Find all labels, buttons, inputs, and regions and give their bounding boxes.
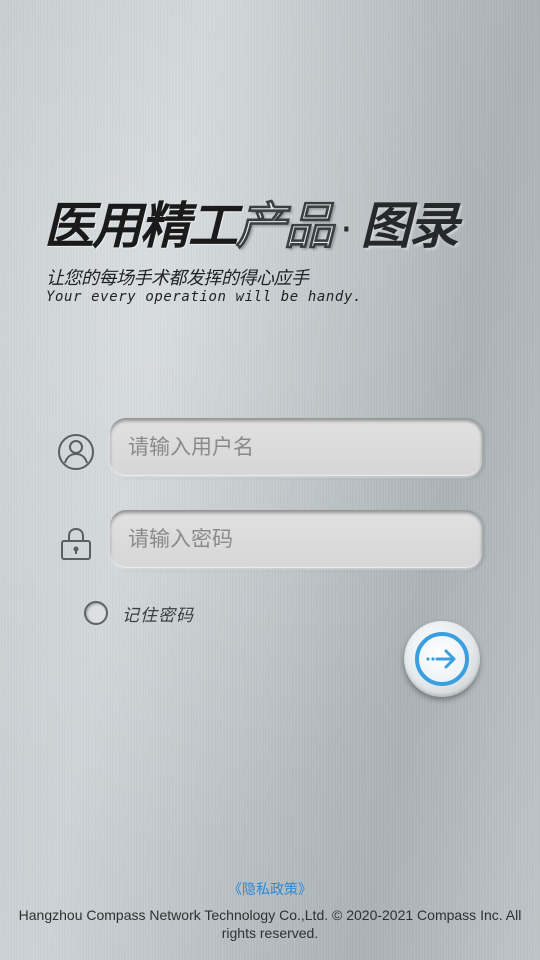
lock-icon: [61, 527, 91, 560]
arrow-right-icon: [426, 649, 456, 669]
remember-password[interactable]: 记住密码: [84, 598, 194, 628]
login-submit-button[interactable]: [404, 621, 480, 697]
brushed-metal-background: [0, 0, 540, 960]
title-catalog-text: 图录: [360, 197, 459, 255]
slogan-english: Your every operation will be handy.: [46, 289, 363, 305]
slogan-chinese: 让您的每场手术都发挥的得心应手: [46, 268, 309, 289]
title-separator: ·: [340, 207, 353, 253]
title-main-text: 医用精工: [44, 197, 238, 255]
username-input[interactable]: [110, 418, 482, 476]
user-icon: [58, 434, 94, 470]
copyright-text: Hangzhou Compass Network Technology Co.,…: [18, 907, 522, 941]
username-row: [56, 418, 484, 480]
password-input[interactable]: [110, 510, 482, 568]
app-title: 医用精工产品 · 图录: [44, 186, 524, 256]
privacy-policy-link[interactable]: 《隐私政策》: [0, 879, 540, 899]
title-fade-text: 产品: [236, 197, 335, 256]
remember-label: 记住密码: [122, 605, 194, 626]
remember-radio[interactable]: [84, 601, 108, 625]
submit-ring: [415, 632, 469, 686]
password-row: [56, 510, 484, 572]
